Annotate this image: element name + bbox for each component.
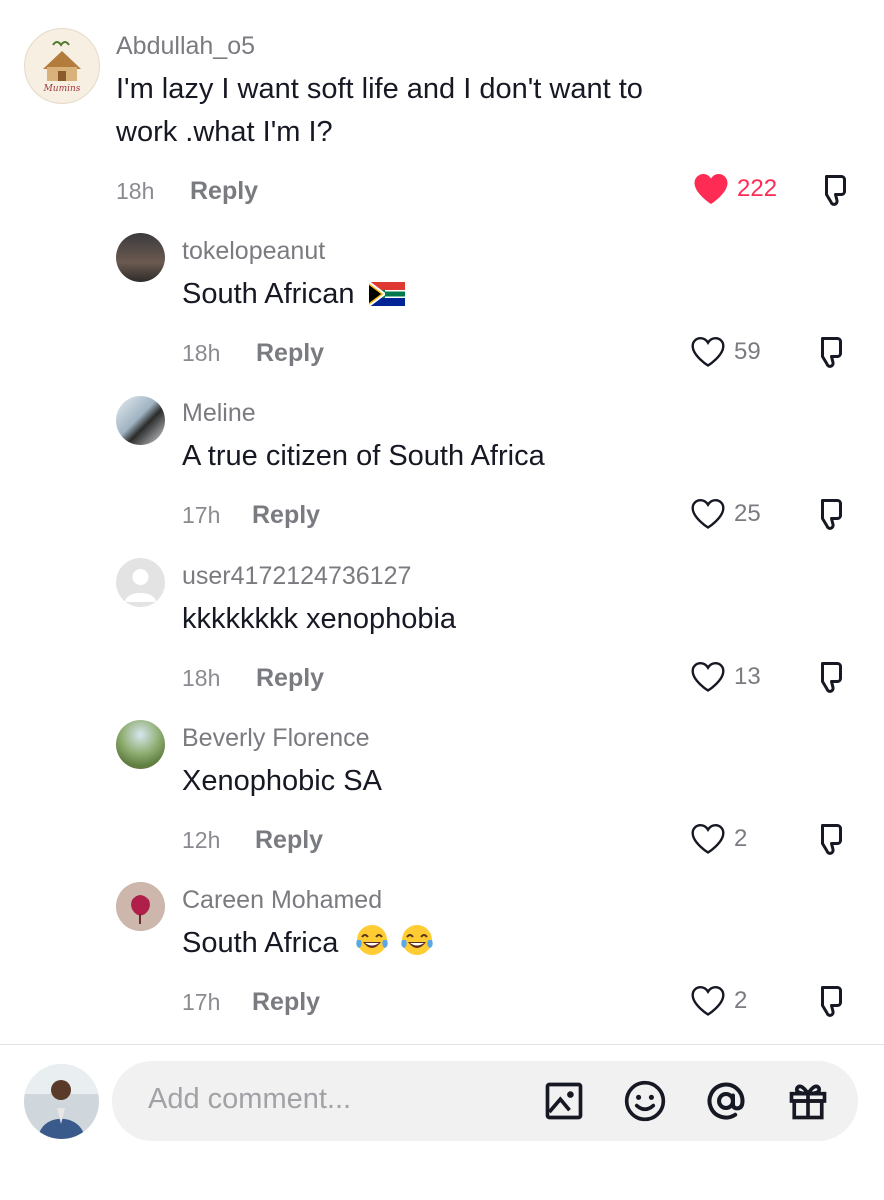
like-button[interactable]: 2 [690, 822, 747, 856]
like-count: 25 [734, 500, 761, 527]
comment-username[interactable]: user4172124736127 [182, 562, 411, 591]
comment-time: 18h [182, 340, 221, 366]
thumbs-down-icon [821, 662, 842, 693]
thumbs-down-icon [821, 499, 842, 530]
current-user-avatar[interactable] [24, 1064, 99, 1139]
reply-button[interactable]: Reply [256, 664, 324, 693]
like-button[interactable]: 25 [690, 497, 761, 531]
comment-text-value: South African [182, 278, 355, 310]
like-button[interactable]: 59 [690, 335, 761, 369]
comment-text-line-2: work .what I'm I? [116, 116, 333, 148]
avatar[interactable] [116, 720, 165, 769]
thumbs-down-icon [821, 986, 842, 1017]
heart-outline-icon [691, 336, 725, 367]
dislike-button[interactable] [816, 172, 852, 213]
comment-input-placeholder: Add comment... [148, 1083, 352, 1115]
comment-time: 18h [116, 178, 155, 204]
like-button[interactable]: 13 [690, 660, 761, 694]
dislike-button[interactable] [812, 496, 848, 537]
comment-username[interactable]: Beverly Florence [182, 724, 370, 753]
like-count: 2 [734, 987, 748, 1014]
like-count: 13 [734, 663, 761, 690]
comment-text: South African [182, 273, 405, 316]
comment-username[interactable]: Meline [182, 399, 256, 428]
comment-username[interactable]: Careen Mohamed [182, 886, 382, 915]
heart-outline-icon [691, 823, 725, 854]
gift-icon[interactable] [786, 1079, 830, 1123]
comment-username[interactable]: Abdullah_o5 [116, 32, 255, 61]
reply-button[interactable]: Reply [255, 826, 323, 855]
dislike-button[interactable] [812, 659, 848, 700]
image-icon[interactable] [542, 1079, 586, 1123]
comment-time: 18h [182, 665, 221, 691]
avatar[interactable] [116, 396, 165, 445]
heart-outline-icon [691, 985, 725, 1016]
like-button[interactable]: 222 [693, 172, 777, 206]
dislike-button[interactable] [812, 821, 848, 862]
comment-time: 17h [182, 989, 221, 1015]
thumbs-down-icon [825, 175, 846, 206]
heart-outline-icon [691, 661, 725, 692]
comment-text: South Africa [182, 922, 435, 965]
avatar[interactable] [116, 233, 165, 282]
reply-button[interactable]: Reply [252, 988, 320, 1017]
comment-text: A true citizen of South Africa [182, 440, 545, 472]
comment-time: 12h [182, 827, 221, 853]
thumbs-down-icon [821, 337, 842, 368]
laughing-emoji [400, 925, 433, 955]
dislike-button[interactable] [812, 334, 848, 375]
reply-button[interactable]: Reply [256, 339, 324, 368]
avatar[interactable] [116, 882, 165, 931]
thumbs-down-icon [821, 824, 842, 855]
like-count: 59 [734, 338, 761, 365]
like-count: 222 [737, 175, 778, 202]
comment-time: 17h [182, 502, 221, 528]
like-count: 2 [734, 825, 748, 852]
comment-username[interactable]: tokelopeanut [182, 237, 325, 266]
south-africa-flag-emoji [368, 282, 405, 306]
heart-filled-icon [694, 174, 728, 204]
like-button[interactable]: 2 [690, 984, 747, 1018]
mention-icon[interactable] [704, 1079, 748, 1123]
avatar[interactable]: Mumins [24, 28, 100, 104]
dislike-button[interactable] [812, 983, 848, 1024]
comment-input[interactable]: Add comment... [112, 1061, 858, 1141]
emoji-icon[interactable] [623, 1079, 667, 1123]
composer-divider [0, 1044, 884, 1045]
reply-button[interactable]: Reply [190, 177, 258, 206]
comment-text: I'm lazy I want soft life and I don't wa… [116, 73, 643, 105]
reply-button[interactable]: Reply [252, 501, 320, 530]
comment-text: kkkkkkkk xenophobia [182, 603, 457, 635]
comment-text-value: South Africa [182, 927, 339, 959]
laughing-emoji [356, 925, 389, 955]
default-avatar[interactable] [116, 558, 165, 607]
logo-text: Mumins [43, 84, 81, 94]
comment-text: Xenophobic SA [182, 765, 382, 797]
heart-outline-icon [691, 498, 725, 529]
